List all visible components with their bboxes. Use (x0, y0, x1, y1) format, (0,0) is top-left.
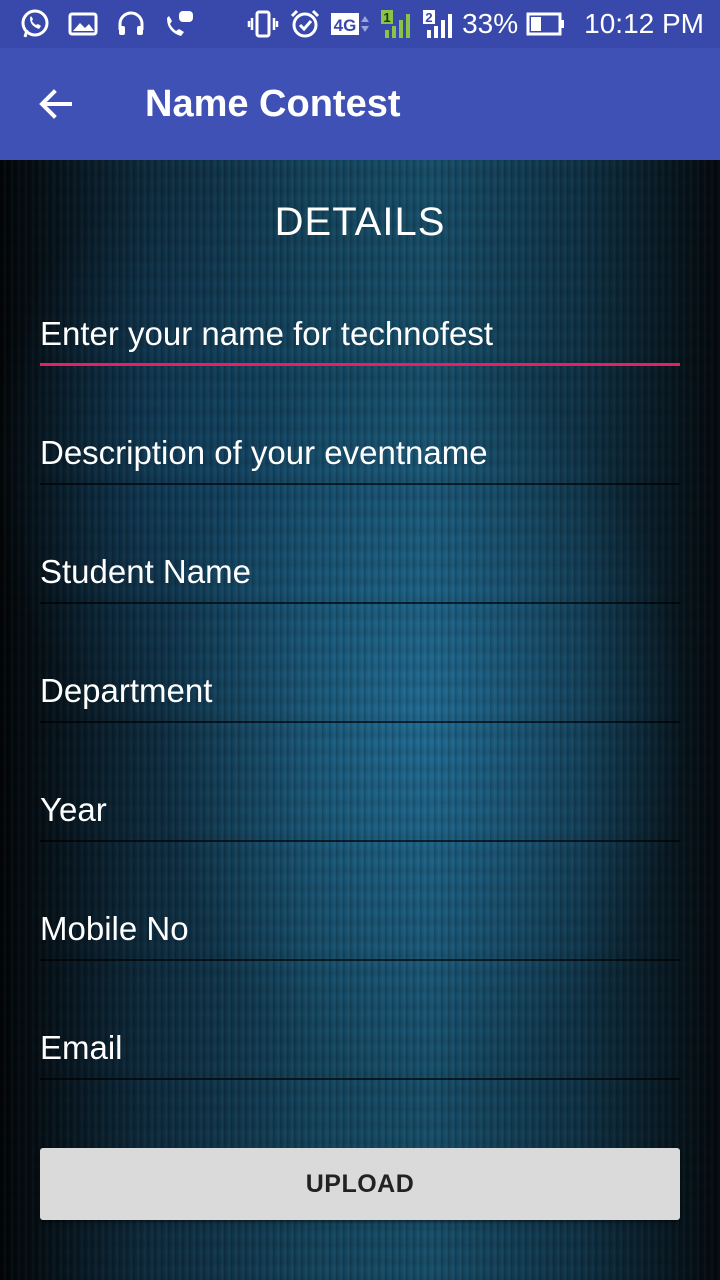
battery-percentage: 33% (462, 8, 519, 39)
alarm-icon (288, 7, 322, 41)
call-message-icon (162, 7, 196, 41)
details-heading: DETAILS (274, 200, 446, 244)
battery-icon (526, 7, 566, 41)
email-input[interactable] (40, 1020, 680, 1076)
arrow-back-icon (39, 89, 72, 119)
upload-button[interactable]: UPLOAD (40, 1148, 680, 1220)
department-input[interactable] (40, 663, 680, 719)
signal-sim1-icon: 1 (378, 7, 412, 41)
svg-text:2: 2 (425, 10, 432, 25)
4g-icon: 4G (330, 7, 370, 41)
signal-sim2-icon: 2 (420, 7, 454, 41)
svg-text:4G: 4G (334, 16, 357, 35)
mobile-input[interactable] (40, 901, 680, 957)
mobile-field[interactable] (40, 901, 680, 961)
headset-icon (114, 7, 148, 41)
svg-text:1: 1 (383, 10, 390, 25)
app-bar: Name Contest (0, 48, 720, 160)
status-bar: 4G 1 2 33% 10:12 PM (0, 0, 720, 48)
form-container: DETAILS UPLOAD (0, 160, 720, 1280)
whatsapp-icon (18, 7, 52, 41)
event-name-input[interactable] (40, 306, 680, 362)
event-description-field[interactable] (40, 425, 680, 485)
vibrate-icon (246, 7, 280, 41)
page-title: Name Contest (145, 82, 401, 125)
year-input[interactable] (40, 782, 680, 838)
department-field[interactable] (40, 663, 680, 723)
event-description-input[interactable] (40, 425, 680, 481)
image-icon (66, 7, 100, 41)
year-field[interactable] (40, 782, 680, 842)
event-name-field[interactable] (40, 306, 680, 366)
student-name-field[interactable] (40, 544, 680, 604)
email-field[interactable] (40, 1020, 680, 1080)
student-name-input[interactable] (40, 544, 680, 600)
back-button[interactable] (0, 48, 112, 160)
clock: 10:12 PM (584, 8, 704, 39)
